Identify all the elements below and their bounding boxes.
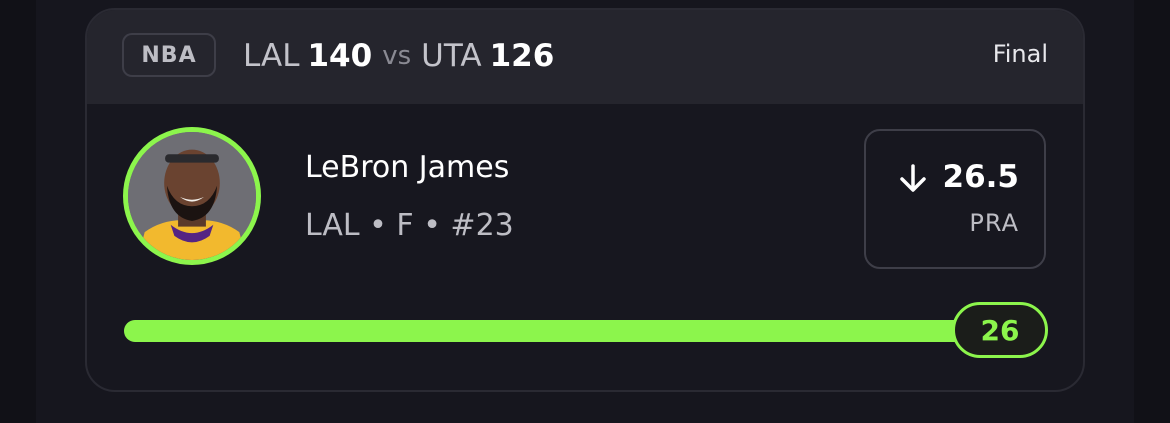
projection-line-value: 26.5 — [942, 159, 1020, 195]
progress-fill — [124, 320, 1027, 342]
player-meta: LAL • F • #23 — [305, 208, 514, 243]
stat-type-label: PRA — [969, 209, 1019, 237]
home-score: 126 — [489, 38, 555, 74]
vs-label: vs — [382, 41, 412, 71]
arrow-down-icon — [900, 164, 926, 192]
result-value-badge: 26 — [952, 302, 1048, 358]
player-avatar[interactable] — [123, 127, 261, 265]
home-team: UTA — [421, 38, 482, 74]
game-status: Final — [992, 40, 1048, 68]
league-badge: NBA — [122, 33, 216, 77]
projection-line-box[interactable]: 26.5 PRA — [864, 129, 1046, 269]
away-team: LAL — [243, 38, 300, 74]
progress-track — [124, 320, 1044, 342]
player-name: LeBron James — [305, 150, 510, 185]
matchup: LAL 140 vs UTA 126 — [243, 34, 554, 78]
game-header: NBA LAL 140 vs UTA 126 Final — [87, 10, 1083, 104]
pick-card[interactable]: NBA LAL 140 vs UTA 126 Final LeBron Jame… — [85, 8, 1085, 392]
away-score: 140 — [307, 38, 373, 74]
player-photo — [128, 132, 256, 260]
